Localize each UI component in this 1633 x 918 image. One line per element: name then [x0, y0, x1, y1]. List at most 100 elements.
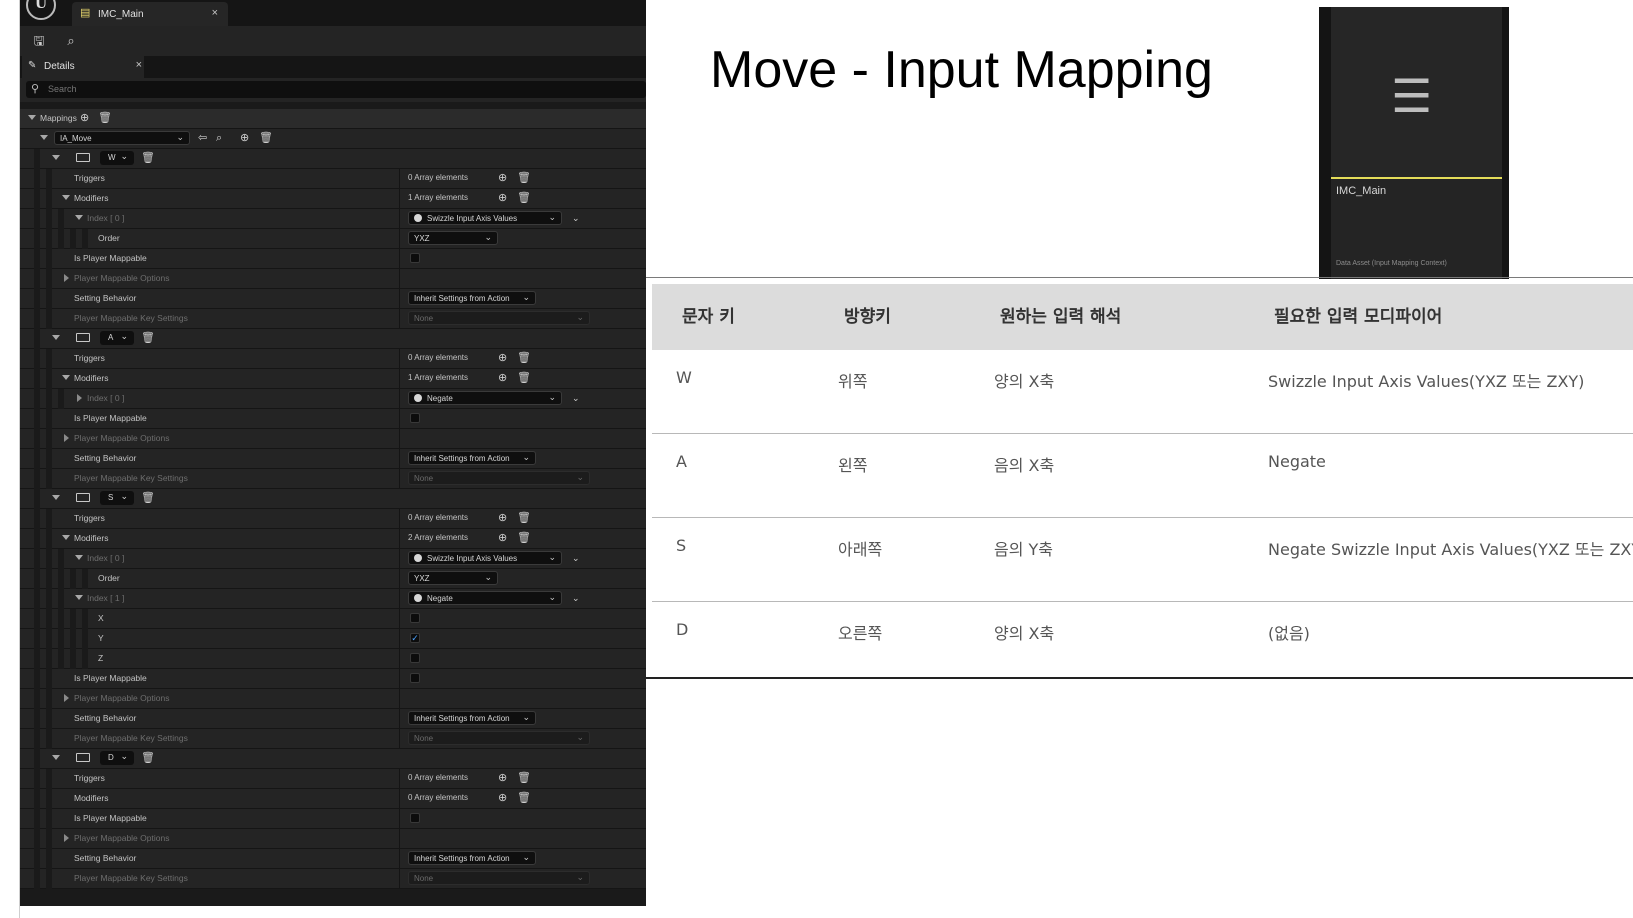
add-element-icon[interactable]: ⊕ — [498, 771, 507, 785]
setting-behavior-select[interactable]: Inherit Settings from Action ⌄ — [408, 291, 536, 305]
details-tab-label: Details — [44, 61, 75, 72]
negate-y-checkbox[interactable]: ✓ — [410, 633, 420, 643]
delete-icon[interactable]: 🗑 — [517, 511, 531, 525]
expand-arrow-icon[interactable] — [52, 335, 60, 340]
key-selector[interactable]: A ⌄ — [100, 331, 134, 345]
close-tab-icon[interactable]: × — [212, 7, 218, 19]
triggers-row: Triggers 0 Array elements ⊕ 🗑 — [20, 509, 646, 529]
expand-arrow-icon[interactable] — [40, 135, 48, 140]
table-cell: (없음) — [1268, 624, 1310, 643]
collapsed-arrow-icon[interactable] — [64, 434, 69, 442]
modifier-index-row: Index [ 1 ] Negate ⌄ ⌄ — [20, 589, 646, 609]
expand-arrow-icon[interactable] — [52, 155, 60, 160]
search-box[interactable]: ⚲ — [26, 81, 646, 98]
use-selected-icon[interactable]: ⇦ — [198, 131, 207, 145]
collapsed-arrow-icon[interactable] — [64, 834, 69, 842]
is-player-mappable-label: Is Player Mappable — [74, 673, 147, 683]
delete-icon[interactable]: 🗑 — [141, 491, 155, 505]
delete-icon[interactable]: 🗑 — [517, 771, 531, 785]
order-select[interactable]: YXZ ⌄ — [408, 571, 498, 585]
delete-icon[interactable]: 🗑 — [141, 331, 155, 345]
table-cell: 양의 X축 — [994, 372, 1055, 391]
delete-icon[interactable]: 🗑 — [517, 531, 531, 545]
modifiers-row: Modifiers 1 Array elements ⊕ 🗑 — [20, 369, 646, 389]
setting-behavior-select[interactable]: Inherit Settings from Action ⌄ — [408, 851, 536, 865]
negate-x-row: X — [20, 609, 646, 629]
order-select[interactable]: YXZ ⌄ — [408, 231, 498, 245]
modifier-index-row: Index [ 0 ] Negate ⌄ ⌄ — [20, 389, 646, 409]
tab-details[interactable]: ✎ Details × — [22, 56, 144, 78]
expand-arrow-icon[interactable] — [75, 595, 83, 600]
unreal-logo-icon[interactable]: U — [26, 0, 56, 20]
add-element-icon[interactable]: ⊕ — [498, 511, 507, 525]
mappings-row[interactable]: Mappings ⊕ 🗑 — [20, 109, 646, 129]
is-player-mappable-checkbox[interactable] — [410, 673, 420, 683]
delete-icon[interactable]: 🗑 — [141, 151, 155, 165]
chevron-down-icon[interactable]: ⌄ — [572, 391, 580, 405]
index-label: Index [ 0 ] — [87, 393, 125, 403]
add-element-icon[interactable]: ⊕ — [498, 171, 507, 185]
add-element-icon[interactable]: ⊕ — [498, 371, 507, 385]
expand-arrow-icon[interactable] — [75, 555, 83, 560]
browse-icon[interactable]: ⌕ — [216, 131, 222, 145]
modifier-select[interactable]: Negate ⌄ — [408, 591, 562, 605]
table-cell: S — [676, 536, 687, 555]
close-details-icon[interactable]: × — [136, 59, 142, 71]
key-selector[interactable]: S ⌄ — [100, 491, 134, 505]
player-mappable-options-row: Player Mappable Options — [20, 689, 646, 709]
add-element-icon[interactable]: ⊕ — [498, 351, 507, 365]
setting-behavior-select[interactable]: Inherit Settings from Action ⌄ — [408, 451, 536, 465]
delete-icon[interactable]: 🗑 — [98, 111, 112, 125]
collapsed-arrow-icon[interactable] — [77, 394, 82, 402]
modifier-select[interactable]: Swizzle Input Axis Values ⌄ — [408, 211, 562, 225]
key-settings-label: Player Mappable Key Settings — [74, 873, 188, 883]
delete-icon[interactable]: 🗑 — [517, 171, 531, 185]
add-element-icon[interactable]: ⊕ — [498, 191, 507, 205]
negate-x-checkbox[interactable] — [410, 613, 420, 623]
expand-arrow-icon[interactable] — [62, 535, 70, 540]
asset-tab-imc-main[interactable]: ▤ IMC_Main × — [72, 2, 228, 26]
setting-behavior-select[interactable]: Inherit Settings from Action ⌄ — [408, 711, 536, 725]
collapsed-arrow-icon[interactable] — [64, 694, 69, 702]
expand-arrow-icon[interactable] — [62, 375, 70, 380]
expand-arrow-icon[interactable] — [28, 115, 36, 120]
expand-arrow-icon[interactable] — [62, 195, 70, 200]
delete-icon[interactable]: 🗑 — [259, 131, 273, 145]
chevron-down-icon[interactable]: ⌄ — [572, 551, 580, 565]
search-input[interactable] — [48, 82, 608, 96]
delete-icon[interactable]: 🗑 — [517, 371, 531, 385]
is-player-mappable-checkbox[interactable] — [410, 813, 420, 823]
delete-icon[interactable]: 🗑 — [141, 751, 155, 765]
delete-icon[interactable]: 🗑 — [517, 191, 531, 205]
save-icon[interactable]: 🖫 — [30, 32, 48, 50]
key-settings-select: None ⌄ — [408, 311, 590, 325]
delete-icon[interactable]: 🗑 — [517, 791, 531, 805]
keyboard-icon — [76, 493, 90, 502]
is-player-mappable-checkbox[interactable] — [410, 253, 420, 263]
key-selector[interactable]: D ⌄ — [100, 751, 134, 765]
input-action-select[interactable]: IA_Move ⌄ — [54, 131, 190, 145]
browse-to-asset-icon[interactable]: ⌕ — [62, 32, 80, 50]
is-player-mappable-checkbox[interactable] — [410, 413, 420, 423]
add-element-icon[interactable]: ⊕ — [498, 531, 507, 545]
add-element-icon[interactable]: ⊕ — [80, 111, 89, 125]
expand-arrow-icon[interactable] — [52, 755, 60, 760]
asset-thumbnail-card[interactable]: ☰ IMC_Main Data Asset (Input Mapping Con… — [1319, 7, 1509, 279]
expand-arrow-icon[interactable] — [52, 495, 60, 500]
delete-icon[interactable]: 🗑 — [517, 351, 531, 365]
modifier-select[interactable]: Swizzle Input Axis Values ⌄ — [408, 551, 562, 565]
table-cell: Negate — [1268, 452, 1326, 471]
add-element-icon[interactable]: ⊕ — [498, 791, 507, 805]
add-mapping-icon[interactable]: ⊕ — [240, 131, 249, 145]
chevron-down-icon[interactable]: ⌄ — [572, 591, 580, 605]
key-selector[interactable]: W ⌄ — [100, 151, 134, 165]
setting-behavior-row: Setting Behavior Inherit Settings from A… — [20, 289, 646, 309]
table-cell: 오른쪽 — [838, 624, 883, 643]
negate-z-checkbox[interactable] — [410, 653, 420, 663]
collapsed-arrow-icon[interactable] — [64, 274, 69, 282]
modifier-select[interactable]: Negate ⌄ — [408, 391, 562, 405]
chevron-down-icon[interactable]: ⌄ — [572, 211, 580, 225]
modifier-index-row: Index [ 0 ] Swizzle Input Axis Values ⌄ ⌄ — [20, 549, 646, 569]
expand-arrow-icon[interactable] — [75, 215, 83, 220]
triggers-count: 0 Array elements — [408, 513, 469, 522]
